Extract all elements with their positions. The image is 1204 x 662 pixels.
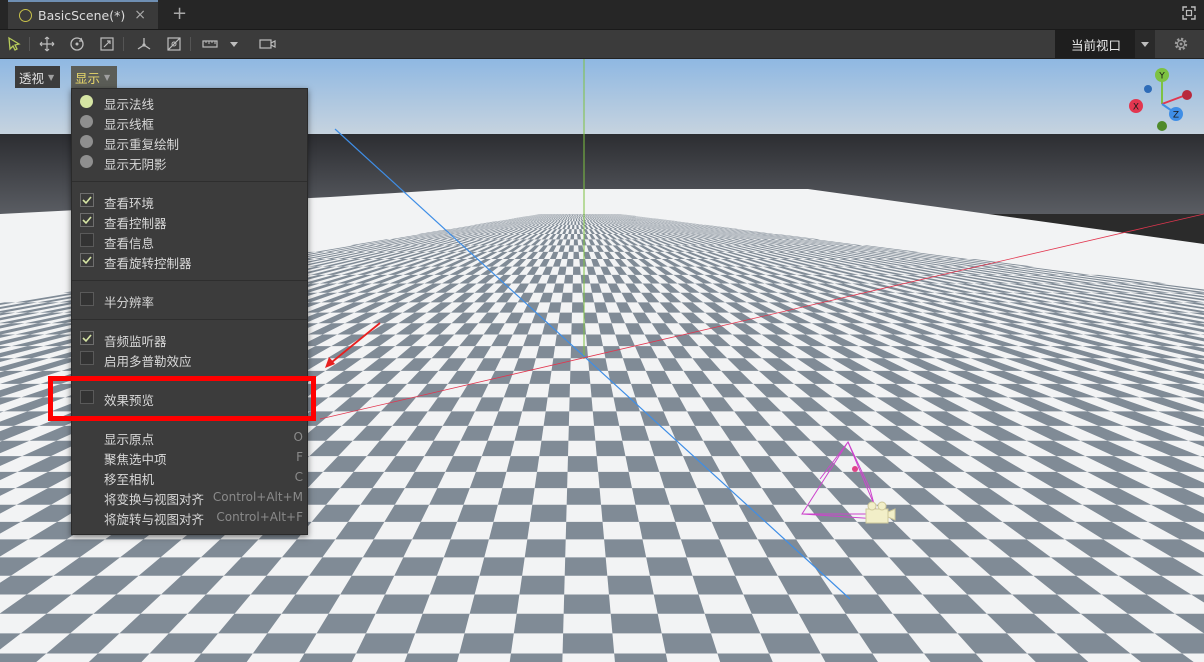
perspective-label: 透视 [19,70,45,86]
display-menu-button[interactable]: 显示 ▼ [71,66,117,88]
menu-item-label: 将旋转与视图对齐 [104,512,205,527]
gear-icon[interactable] [1172,35,1190,53]
fullscreen-icon[interactable] [1182,6,1196,20]
menu-check-item[interactable]: 查看环境 [72,191,307,211]
radio-button[interactable] [80,135,93,148]
pivot-icon[interactable] [134,34,154,54]
menu-item-shortcut: Control+Alt+M [212,490,303,504]
menu-check-item[interactable]: 查看控制器 [72,211,307,231]
chevron-down-icon[interactable] [224,34,244,54]
menu-action-item[interactable]: 移至相机 C [72,467,307,487]
menu-item-label: 启用多普勒效应 [104,354,192,369]
menu-check-item[interactable]: 音频监听器 [72,329,307,349]
menu-separator [72,319,307,320]
checkbox[interactable] [80,213,94,227]
radio-button[interactable] [80,95,93,108]
svg-text:Y: Y [1158,72,1165,82]
svg-text:Z: Z [1173,111,1179,121]
highlight-box-effect-preview [48,376,316,421]
chevron-down-icon: ▼ [48,72,55,82]
menu-action-item[interactable]: 聚焦选中项 F [72,447,307,467]
menu-item-label: 显示线框 [104,117,155,132]
toolbar-divider [190,37,191,51]
chevron-down-icon: ▼ [104,72,111,82]
camera-icon[interactable] [258,34,278,54]
menu-separator [72,181,307,182]
move-icon[interactable] [37,34,57,54]
radio-button[interactable] [80,115,93,128]
checkbox[interactable] [80,233,94,247]
menu-separator [72,280,307,281]
tab-title: BasicScene(*) [38,8,126,23]
menu-check-item[interactable]: 查看旋转控制器 [72,251,307,271]
viewport-select-label: 当前视口 [1071,37,1122,53]
menu-radio-item[interactable]: 显示线框 [72,112,307,132]
svg-text:X: X [1133,103,1139,113]
menu-item-label: 查看控制器 [104,216,167,231]
scale-icon[interactable] [97,34,117,54]
display-label: 显示 [75,70,101,86]
menu-radio-item[interactable]: 显示法线 [72,92,307,112]
menu-check-item[interactable]: 查看信息 [72,231,307,251]
checkbox[interactable] [80,351,94,365]
display-dropdown-menu: 显示法线显示线框显示重复绘制 显示无阴影查看环境查看控制器查看信息查看旋转控制器半… [71,88,308,535]
menu-check-item[interactable]: 启用多普勒效应 [72,349,307,369]
checkbox[interactable] [80,331,94,345]
menu-item-label: 查看信息 [104,236,155,251]
menu-action-item[interactable]: 显示原点 O [72,427,307,447]
menu-item-label: 显示无阴影 [104,157,167,172]
chevron-down-icon [1135,30,1155,58]
checkbox[interactable] [80,292,94,306]
viewport-select[interactable]: 当前视口 [1055,30,1155,58]
menu-item-shortcut: O [293,430,303,444]
close-tab-icon[interactable]: × [134,7,146,23]
ruler-icon[interactable] [200,34,220,54]
scene-circle-icon [19,9,32,22]
menu-action-item[interactable]: 将变换与视图对齐 Control+Alt+M [72,487,307,507]
scene-tab-bar: BasicScene(*) × + [0,0,1204,30]
menu-item-shortcut: C [294,470,303,484]
rotate-icon[interactable] [67,34,87,54]
tab-basic-scene[interactable]: BasicScene(*) × [8,0,158,29]
toolbar-divider [29,37,30,51]
orientation-gizmo[interactable]: Y X Z [1120,66,1200,136]
radio-button[interactable] [80,155,93,168]
checkbox[interactable] [80,193,94,207]
menu-item-label: 半分辨率 [104,295,155,310]
menu-item-label: 显示重复绘制 [104,137,180,152]
menu-item-shortcut: F [296,450,303,464]
menu-item-label: 将变换与视图对齐 [104,492,205,507]
menu-radio-item[interactable]: 显示重复绘制 [72,132,307,152]
toolbar-divider [123,37,124,51]
rect-transform-icon[interactable] [164,34,184,54]
menu-item-label: 显示原点 [104,432,155,447]
menu-item-label: 音频监听器 [104,334,167,349]
menu-item-label: 查看环境 [104,196,155,211]
perspective-menu-button[interactable]: 透视 ▼ [15,66,60,88]
menu-action-item[interactable]: 将旋转与视图对齐 Control+Alt+F [72,507,307,527]
menu-radio-item[interactable]: 显示无阴影 [72,152,307,172]
menu-item-label: 查看旋转控制器 [104,256,192,271]
editor-toolbar: 当前视口 [0,30,1204,59]
menu-item-label: 显示法线 [104,97,155,112]
new-tab-button[interactable]: + [172,3,187,24]
menu-item-label: 聚焦选中项 [104,452,167,467]
select-arrow-icon[interactable] [4,34,24,54]
menu-item-label: 移至相机 [104,472,155,487]
checkbox[interactable] [80,253,94,267]
menu-item-half-resolution[interactable]: 半分辨率 [72,290,307,310]
menu-item-shortcut: Control+Alt+F [216,510,303,524]
